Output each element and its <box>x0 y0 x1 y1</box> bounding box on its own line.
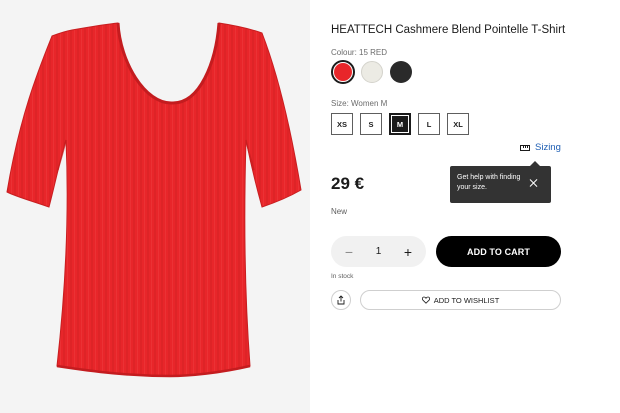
sizing-link[interactable]: Sizing <box>520 142 561 153</box>
quantity-decrease-button[interactable]: − <box>342 245 356 259</box>
size-button-xl[interactable]: XL <box>447 113 469 135</box>
tooltip-text: Get help with finding your size. <box>457 174 521 191</box>
product-image[interactable] <box>0 0 310 413</box>
quantity-stepper: − 1 + <box>331 236 426 267</box>
tshirt-body <box>6 22 302 377</box>
price: 29 € <box>331 174 365 193</box>
size-button-l[interactable]: L <box>418 113 440 135</box>
share-button[interactable] <box>331 290 351 310</box>
sizing-link-label: Sizing <box>535 142 561 153</box>
add-to-cart-button[interactable]: ADD TO CART <box>436 236 561 267</box>
ruler-icon <box>520 144 530 151</box>
product-details: HEATTECH Cashmere Blend Pointelle T-Shir… <box>331 0 620 413</box>
size-label: Size: Women M <box>331 99 388 108</box>
new-badge: New <box>331 207 348 216</box>
colour-swatch-red[interactable] <box>331 60 355 84</box>
add-to-wishlist-button[interactable]: ADD TO WISHLIST <box>360 290 561 310</box>
colour-label: Colour: 15 RED <box>331 48 388 57</box>
red-tshirt-image <box>6 22 302 378</box>
size-button-xs[interactable]: XS <box>331 113 353 135</box>
size-button-m-label: M <box>392 116 408 132</box>
wishlist-label: ADD TO WISHLIST <box>433 295 500 305</box>
quantity-value: 1 <box>375 246 382 257</box>
size-button-s[interactable]: S <box>360 113 382 135</box>
size-button-m[interactable]: M <box>389 113 411 135</box>
heart-icon <box>421 296 430 304</box>
share-icon <box>337 295 345 305</box>
stock-status: In stock <box>331 273 354 280</box>
colour-dot-red <box>334 63 352 81</box>
close-icon[interactable] <box>529 178 539 188</box>
size-help-tooltip: Get help with finding your size. <box>450 161 551 203</box>
quantity-increase-button[interactable]: + <box>401 245 415 259</box>
colour-swatch-black[interactable] <box>389 60 413 84</box>
colour-swatch-off-white[interactable] <box>360 60 384 84</box>
colour-dot-black <box>390 61 412 83</box>
colour-dot-off-white <box>361 61 383 83</box>
product-title: HEATTECH Cashmere Blend Pointelle T-Shir… <box>331 24 566 36</box>
